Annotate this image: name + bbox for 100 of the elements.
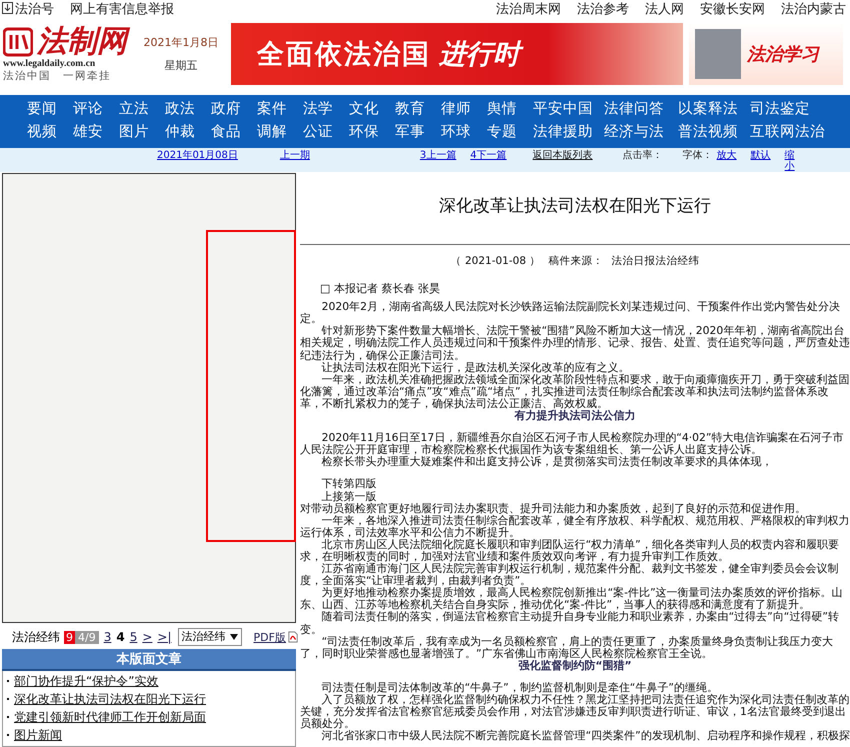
issue-date-link[interactable]: 2021年01月08日 bbox=[157, 150, 238, 161]
article-paragraph: 江苏省南通市海门区人民法院完善审判权运行机制，规范案件分配、裁判文书签发，健全审判委员会会议制度，全面落实“让审理者裁判，由裁判者负责”。 bbox=[300, 563, 839, 588]
nav-link[interactable]: 环保 bbox=[349, 122, 379, 144]
nav-link[interactable]: 图片 bbox=[119, 122, 149, 144]
partner-link[interactable]: 法治内蒙古 bbox=[781, 0, 846, 18]
page-link[interactable]: >| bbox=[157, 630, 172, 644]
article-paragraph: 检察长带头办理重大疑难案件和出庭支持公诉，是贯彻落实司法责任制改革要求的具体体现， bbox=[320, 456, 774, 468]
article-title: 深化改革让执法司法权在阳光下运行 bbox=[438, 195, 712, 218]
nav-link[interactable]: 政府 bbox=[211, 98, 241, 122]
site-slogan: 法治中国 一网牵挂 bbox=[3, 69, 112, 83]
download-icon bbox=[2, 2, 13, 14]
top-link[interactable]: 法治号 bbox=[2, 0, 54, 18]
page-link[interactable]: 3 bbox=[104, 630, 112, 644]
nav-link[interactable]: 视频 bbox=[27, 122, 57, 144]
article-list-link[interactable]: 部门协作提升“保护令”实效 bbox=[7, 673, 291, 689]
nav-link[interactable]: 政法 bbox=[165, 98, 195, 122]
nav-link[interactable]: 环球 bbox=[441, 122, 471, 144]
banner-title: 全面依法治国 bbox=[257, 38, 431, 72]
article-paragraph: “司法责任制改革后，我有幸成为一名员额检察官，肩上的责任更重了，办案质量终身负责制让我压力变大了，同时职业荣誉感也显著增强了。”广东省佛山市南海区人民检察院检察官王全说。 bbox=[300, 636, 834, 660]
nav-link[interactable]: 公证 bbox=[303, 122, 333, 144]
article-paragraph: 河北省张家口市中级人民法院不断完善院庭长监督管理“四类案件”的发现机制、启动程序和操作规程，积极探 bbox=[320, 730, 850, 742]
article-paragraph: 让执法司法权在阳光下运行，是政法机关深化改革的应有之义。 bbox=[320, 362, 631, 374]
nav-link[interactable]: 法律援助 bbox=[533, 122, 593, 144]
side-banner-title: 法治学习 bbox=[747, 43, 819, 66]
back-link[interactable]: 返回本版列表 bbox=[532, 150, 593, 161]
font-label: 字体： bbox=[682, 150, 713, 161]
nav-link[interactable]: 案件 bbox=[257, 98, 287, 122]
prev-issue-link[interactable]: 上一期 bbox=[280, 150, 310, 161]
site-url: www.legaldaily.com.cn bbox=[3, 59, 96, 69]
partner-link[interactable]: 法人网 bbox=[645, 0, 684, 18]
article-paragraph: 2020年11月16日至17日，新疆维吾尔自治区石河子市人民检察院办理的“4·02”特大电信诈骗案在石河子市人民法院公开开庭审理，市检察院检察长代振国作为该专案组组长、第一公诉人出庭支持公诉。 bbox=[300, 432, 845, 456]
font-size-link[interactable]: 缩小 bbox=[784, 150, 795, 172]
article-paragraph: 入了员额放了权，怎样强化监督制约确保权力不任性？黑龙江坚持把司法责任追究作为深化司法责任制改革的关键，充分发挥省法官检察官惩戒委员会作用，对法官涉嫌违反审判职责进行听证、审议，1名法官最终受到退出员额处分。 bbox=[300, 694, 850, 730]
pdf-icon bbox=[288, 630, 298, 644]
article-paragraph: 北京市房山区人民法院细化院庭长履职和审判团队运行“权力清单”，细化各类审判人员的权责内容和履职要求，在明晰权责的同时，加强对法官业绩和案件质效双向考评，有力提升审判工作质效。 bbox=[300, 538, 840, 563]
list-header: 本版面文章 bbox=[2, 649, 296, 671]
nav-link[interactable]: 立法 bbox=[119, 98, 149, 122]
nav-link[interactable]: 文化 bbox=[349, 98, 379, 122]
font-size-link[interactable]: 默认 bbox=[750, 150, 771, 161]
newspaper-page-image[interactable] bbox=[2, 173, 296, 623]
article-paragraph: 对带动员额检察官更好地履行司法办案职责、提升司法能力和办案质效，起到了良好的示范和促进作用。 bbox=[300, 502, 806, 515]
nav-link[interactable]: 专题 bbox=[487, 122, 517, 144]
nav-link[interactable]: 调解 bbox=[257, 122, 287, 144]
pdf-link[interactable]: PDF版 bbox=[254, 630, 286, 644]
partner-link[interactable]: 安徽长安网 bbox=[700, 0, 765, 18]
nav-link[interactable]: 平安中国 bbox=[533, 98, 593, 122]
article-paragraph: 司法责任制是司法体制改革的“牛鼻子”，制约监督机制则是牵住“牛鼻子”的缰绳。 bbox=[320, 682, 718, 694]
article-list-link[interactable]: 党建引领新时代律师工作开创新局面 bbox=[7, 709, 291, 725]
nav-link[interactable]: 要闻 bbox=[27, 98, 57, 122]
nav-link[interactable]: 仲裁 bbox=[165, 122, 195, 144]
nav-link[interactable]: 雄安 bbox=[73, 122, 103, 144]
nav-link[interactable]: 普法视频 bbox=[678, 122, 738, 144]
nav-link[interactable]: 舆情 bbox=[487, 98, 517, 122]
section-heading: 有力提升执法司法公信力 bbox=[513, 410, 636, 422]
article-paragraph: 2020年2月，湖南省高级人民法院对长沙铁路运输法院副院长刘某违规过问、干预案件作出党内警告处分决定。 bbox=[300, 301, 840, 326]
page-reference: 下转第四版 bbox=[320, 478, 378, 490]
section-name: 法治经纬 bbox=[12, 628, 61, 646]
article-list-link[interactable]: 深化改革让执法司法权在阳光下运行 bbox=[7, 691, 291, 707]
current-date: 2021年1月8日 bbox=[144, 35, 218, 50]
section-heading: 强化监督制约防“围猎” bbox=[517, 660, 633, 672]
nav-link[interactable]: 互联网法治 bbox=[750, 122, 825, 144]
article-paragraph: 一年来，政法机关准确把握政法领域全面深化改革阶段性特点和要求，敢于向顽瘴痼疾开刀，勇于突破利益固化藩篱，通过改革治“痛点”攻“难点”疏“堵点”，扎实推进司法责任制综合配套改革和执法司法制约监督体系改革，不断扎紧权力的笼子，确保执法司法公正廉洁、高效权威。 bbox=[300, 374, 850, 410]
page-total: 9 bbox=[64, 630, 75, 644]
page-link[interactable]: > bbox=[142, 630, 152, 644]
nav-link[interactable]: 经济与法 bbox=[604, 122, 664, 144]
article-list-link[interactable]: 图片新闻 bbox=[7, 727, 291, 743]
article-paragraph: 一年来，各地深入推进司法责任制综合配套改革，健全有序放权、科学配权、规范用权、严格限权的审判权力运行体系，司法效率水平和公信力不断提升。 bbox=[300, 514, 850, 539]
prev-article-link[interactable]: 3上一篇 bbox=[420, 150, 456, 161]
article-paragraph: 为更好地推动检察办案提质增效，最高人民检察院创新推出“案-件比”这一衡量司法办案质效的评价指标。山东、山西、江苏等地检察机关结合自身实际，推动优化“案-件比”，当事人的获得感和满意度有了新提升。 bbox=[300, 587, 844, 612]
article-date: （ 2021-01-08 ） bbox=[450, 255, 540, 268]
article-paragraph: 随着司法责任制的落实，倒逼法官检察官主动提升自身专业能力和职业素养，办案由“过得去”向“过得硬”转变。 bbox=[300, 611, 840, 636]
article-source: 法治日报法治经纬 bbox=[611, 255, 700, 268]
page-link[interactable]: 4 bbox=[116, 630, 125, 644]
hits-label: 点击率： bbox=[622, 150, 663, 161]
photo-placeholder bbox=[695, 29, 741, 79]
logo-mark-icon bbox=[3, 27, 33, 57]
nav-link[interactable]: 司法鉴定 bbox=[750, 98, 810, 122]
nav-link[interactable]: 法学 bbox=[303, 98, 333, 122]
article-byline: □ 本报记者 蔡长春 张昊 bbox=[320, 283, 441, 296]
nav-link[interactable]: 食品 bbox=[211, 122, 241, 144]
article-paragraph: 针对新形势下案件数量大幅增长、法院干警被“围猎”风险不断加大这一情况，2020年年初，湖南省高院出台相关规定，明确法院工作人员违规过问和干预案件办理的情形、记录、报告、处置、责任追究等问题，严厉查处违纪违法行为，确保公正廉洁司法。 bbox=[300, 325, 850, 362]
weekday: 星期五 bbox=[164, 58, 198, 73]
nav-link[interactable]: 军事 bbox=[395, 122, 425, 144]
next-article-link[interactable]: 4下一篇 bbox=[470, 150, 507, 161]
page-link[interactable]: 5 bbox=[130, 630, 138, 644]
font-size-link[interactable]: 放大 bbox=[716, 150, 737, 161]
nav-link[interactable]: 教育 bbox=[395, 98, 425, 122]
nav-link[interactable]: 评论 bbox=[73, 98, 103, 122]
section-select[interactable]: 法治经纬 bbox=[178, 628, 242, 646]
partner-link[interactable]: 法治参考 bbox=[577, 0, 629, 18]
nav-link[interactable]: 律师 bbox=[441, 98, 471, 122]
article-paragraph: 上接第一版 bbox=[320, 490, 377, 502]
dropdown-icon bbox=[230, 634, 238, 640]
promo-banner[interactable]: 全面依法治国 进行时 bbox=[231, 23, 683, 85]
page-current: 4/9 bbox=[74, 630, 99, 644]
source-label: 稿件来源： bbox=[548, 255, 604, 268]
nav-link[interactable]: 以案释法 bbox=[678, 98, 738, 122]
top-link[interactable]: 网上有害信息举报 bbox=[70, 0, 174, 18]
nav-link[interactable]: 法律问答 bbox=[604, 98, 664, 122]
partner-link[interactable]: 法治周末网 bbox=[496, 0, 561, 18]
